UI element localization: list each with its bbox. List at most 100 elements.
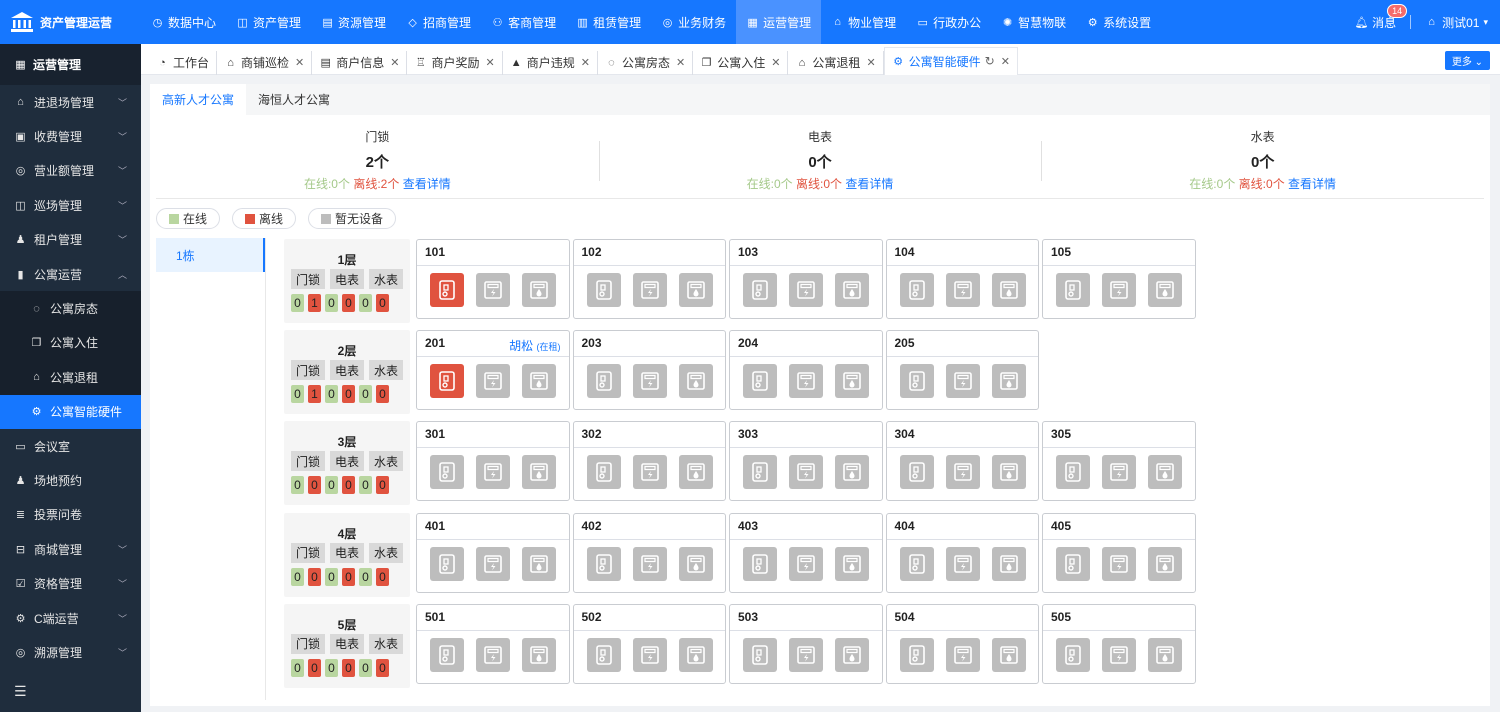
tab-8[interactable]: ⚙ 公寓智能硬件 ↻ ✕ bbox=[883, 46, 1018, 75]
topnav-item-11[interactable]: ⚙ 系统设置 bbox=[1076, 0, 1161, 44]
close-icon[interactable]: ✕ bbox=[295, 56, 304, 69]
door-lock-icon[interactable] bbox=[899, 273, 934, 307]
sidebar-item[interactable]: ▣ 收费管理 ﹀ bbox=[0, 119, 141, 153]
sidebar-item[interactable]: ◫ 巡场管理 ﹀ bbox=[0, 188, 141, 222]
door-lock-icon[interactable] bbox=[899, 546, 934, 581]
building-item[interactable]: 1栋 bbox=[156, 238, 265, 272]
electric-meter-icon[interactable] bbox=[789, 273, 823, 307]
topnav-item-2[interactable]: ▤ 资源管理 bbox=[311, 0, 396, 44]
door-lock-icon[interactable] bbox=[899, 364, 934, 399]
close-icon[interactable]: ✕ bbox=[1001, 55, 1010, 68]
electric-meter-icon[interactable] bbox=[1102, 455, 1136, 490]
room-card[interactable]: 401 bbox=[416, 512, 570, 593]
water-meter-icon[interactable] bbox=[1148, 546, 1182, 581]
sidebar-item[interactable]: ≣ 投票问卷 bbox=[0, 498, 141, 532]
room-card[interactable]: 403 bbox=[729, 512, 883, 593]
sidebar-item[interactable]: ▭ 会议室 bbox=[0, 429, 141, 463]
door-lock-icon[interactable] bbox=[430, 637, 464, 672]
door-lock-icon[interactable] bbox=[586, 637, 621, 672]
door-lock-icon[interactable] bbox=[899, 455, 934, 490]
room-card[interactable]: 204 bbox=[729, 330, 883, 411]
sidebar-item[interactable]: ☑ 资格管理 ﹀ bbox=[0, 566, 141, 600]
room-card[interactable]: 504 bbox=[885, 603, 1039, 684]
door-lock-icon[interactable] bbox=[430, 546, 464, 581]
electric-meter-icon[interactable] bbox=[476, 546, 510, 581]
electric-meter-icon[interactable] bbox=[945, 273, 980, 307]
water-meter-icon[interactable] bbox=[835, 637, 869, 672]
room-card[interactable]: 502 bbox=[572, 603, 726, 684]
room-card[interactable]: 104 bbox=[885, 239, 1039, 319]
door-lock-icon[interactable] bbox=[586, 546, 621, 581]
water-meter-icon[interactable] bbox=[522, 364, 556, 399]
topnav-item-5[interactable]: ▥ 租赁管理 bbox=[566, 0, 651, 44]
water-meter-icon[interactable] bbox=[678, 455, 713, 490]
tab-2[interactable]: ▤ 商户信息 ✕ bbox=[312, 50, 408, 75]
electric-meter-icon[interactable] bbox=[632, 364, 667, 399]
room-card[interactable]: 305 bbox=[1042, 421, 1196, 502]
water-meter-icon[interactable] bbox=[1148, 455, 1182, 490]
electric-meter-icon[interactable] bbox=[632, 637, 667, 672]
door-lock-icon[interactable] bbox=[743, 455, 777, 490]
room-card[interactable]: 105 bbox=[1042, 239, 1196, 319]
view-details-link[interactable]: 查看详情 bbox=[403, 177, 451, 191]
user-menu[interactable]: ⌂ 测试01 ▾ bbox=[1425, 14, 1488, 31]
water-meter-icon[interactable] bbox=[1148, 273, 1182, 307]
electric-meter-icon[interactable] bbox=[789, 455, 823, 490]
water-meter-icon[interactable] bbox=[835, 364, 869, 399]
electric-meter-icon[interactable] bbox=[476, 455, 510, 490]
tab-6[interactable]: ❐ 公寓入住 ✕ bbox=[693, 50, 789, 75]
topnav-item-7[interactable]: ▦ 运营管理 bbox=[736, 0, 822, 44]
door-lock-icon[interactable] bbox=[1056, 637, 1090, 672]
water-meter-icon[interactable] bbox=[678, 637, 713, 672]
collapse-menu-icon[interactable]: ☰ bbox=[14, 683, 27, 700]
room-card[interactable]: 101 bbox=[416, 239, 570, 319]
topnav-item-6[interactable]: ◎ 业务财务 bbox=[651, 0, 736, 44]
electric-meter-icon[interactable] bbox=[632, 273, 667, 307]
water-meter-icon[interactable] bbox=[991, 273, 1026, 307]
water-meter-icon[interactable] bbox=[991, 455, 1026, 490]
sidebar-item[interactable]: ⚙ C端运营 ﹀ bbox=[0, 601, 141, 635]
room-card[interactable]: 205 bbox=[885, 330, 1039, 411]
door-lock-icon[interactable] bbox=[430, 364, 464, 399]
door-lock-icon[interactable] bbox=[899, 637, 934, 672]
room-card[interactable]: 503 bbox=[729, 603, 883, 684]
tab-0[interactable]: ◔ 工作台 bbox=[149, 50, 218, 75]
tab-7[interactable]: ⌂ 公寓退租 ✕ bbox=[788, 50, 884, 75]
sidebar-subitem[interactable]: ❐ 公寓入住 bbox=[0, 325, 141, 361]
door-lock-icon[interactable] bbox=[1056, 273, 1090, 307]
sidebar-header[interactable]: ▦ 运营管理 bbox=[0, 44, 141, 85]
water-meter-icon[interactable] bbox=[522, 273, 556, 307]
tab-1[interactable]: ⌂ 商铺巡检 ✕ bbox=[217, 50, 313, 75]
door-lock-icon[interactable] bbox=[430, 273, 464, 307]
room-card[interactable]: 505 bbox=[1042, 603, 1196, 684]
room-card[interactable]: 405 bbox=[1042, 512, 1196, 593]
close-icon[interactable]: ✕ bbox=[486, 56, 495, 69]
electric-meter-icon[interactable] bbox=[476, 637, 510, 672]
electric-meter-icon[interactable] bbox=[1102, 637, 1136, 672]
electric-meter-icon[interactable] bbox=[1102, 546, 1136, 581]
sidebar-item[interactable]: ▮ 公寓运营 ︿ bbox=[0, 257, 141, 291]
room-card[interactable]: 201 胡松 (在租) bbox=[416, 330, 570, 411]
topnav-item-8[interactable]: ⌂ 物业管理 bbox=[821, 0, 906, 44]
door-lock-icon[interactable] bbox=[586, 273, 621, 307]
door-lock-icon[interactable] bbox=[1056, 455, 1090, 490]
room-card[interactable]: 501 bbox=[416, 603, 570, 684]
electric-meter-icon[interactable] bbox=[789, 364, 823, 399]
door-lock-icon[interactable] bbox=[1056, 546, 1090, 581]
electric-meter-icon[interactable] bbox=[632, 546, 667, 581]
door-lock-icon[interactable] bbox=[743, 364, 777, 399]
room-card[interactable]: 301 bbox=[416, 421, 570, 502]
water-meter-icon[interactable] bbox=[835, 546, 869, 581]
room-card[interactable]: 304 bbox=[885, 421, 1039, 502]
topnav-item-0[interactable]: ◷ 数据中心 bbox=[141, 0, 226, 44]
apartment-tab[interactable]: 海恒人才公寓 bbox=[246, 84, 342, 115]
legend-item[interactable]: 离线 bbox=[232, 208, 297, 229]
room-card[interactable]: 402 bbox=[572, 512, 726, 593]
water-meter-icon[interactable] bbox=[835, 273, 869, 307]
water-meter-icon[interactable] bbox=[522, 546, 556, 581]
sidebar-subitem[interactable]: ⚙ 公寓智能硬件 bbox=[0, 394, 141, 429]
electric-meter-icon[interactable] bbox=[945, 637, 980, 672]
water-meter-icon[interactable] bbox=[1148, 637, 1182, 672]
electric-meter-icon[interactable] bbox=[945, 546, 980, 581]
room-card[interactable]: 203 bbox=[572, 330, 726, 411]
